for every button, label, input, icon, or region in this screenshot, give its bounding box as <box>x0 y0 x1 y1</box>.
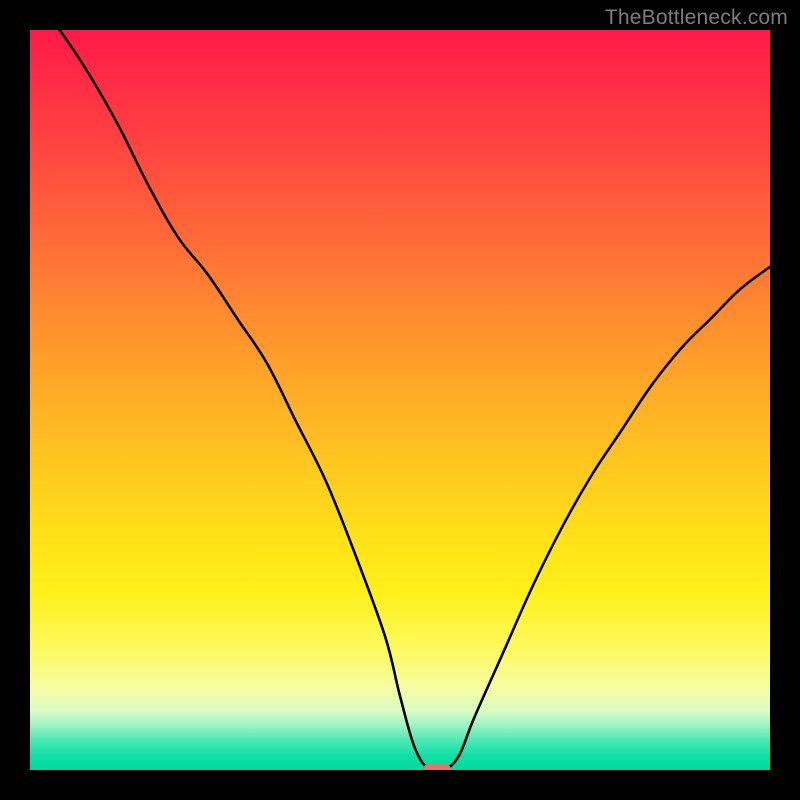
bottleneck-curve <box>30 30 770 770</box>
chart-frame: TheBottleneck.com <box>0 0 800 800</box>
optimal-marker <box>423 764 451 771</box>
attribution-text: TheBottleneck.com <box>605 6 788 30</box>
plot-area <box>30 30 770 770</box>
